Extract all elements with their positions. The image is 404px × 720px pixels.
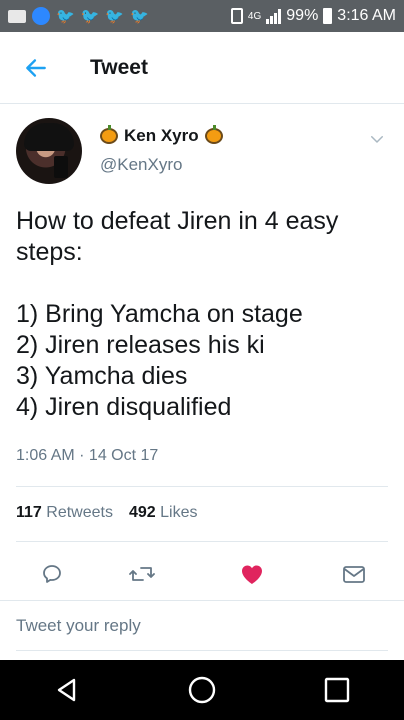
circle-home-icon [188,676,216,704]
direct-message-icon [343,566,365,583]
back-button[interactable] [0,32,72,104]
retweets-count: 117 [16,504,42,521]
author-handle[interactable]: @KenXyro [100,155,182,175]
retweet-icon [129,567,155,581]
like-button[interactable] [238,560,266,588]
status-bar: 🐦 🐦 🐦 🐦 4G 99% 3:16 AM [0,0,404,32]
divider [16,650,388,651]
tweet-text-line: 4) Jiren disqualified [16,393,232,421]
page-title: Tweet [90,55,148,79]
engagement-stats: 117 Retweets 492 Likes [16,504,197,522]
divider [0,600,404,601]
tweet-text-line: How to defeat Jiren in 4 easy [16,207,339,235]
tweet-timestamp: 1:06 AM · 14 Oct 17 [16,447,159,464]
reply-button[interactable] [38,560,66,588]
like-icon [242,565,262,584]
divider [16,486,388,487]
vibrate-icon [230,8,243,24]
pumpkin-icon [204,125,223,144]
nav-home-button[interactable] [182,670,222,710]
author-name-row[interactable]: Ken Xyro [100,125,223,146]
back-arrow-icon [26,58,46,77]
twitter-bird-icon: 🐦 [56,7,75,25]
reply-input[interactable]: Tweet your reply [16,616,141,636]
retweets-stat[interactable]: 117 Retweets [16,504,113,522]
retweet-button[interactable] [128,560,156,588]
notification-icons: 🐦 🐦 🐦 🐦 [8,7,149,25]
nav-recents-button[interactable] [317,670,357,710]
author-display-name[interactable]: Ken Xyro [124,126,199,146]
message-icon [8,9,26,23]
tweet-text: How to defeat Jiren in 4 easy steps: 1) … [16,206,386,423]
tweet-text-line: 1) Bring Yamcha on stage [16,300,303,328]
tweet-text-line: steps: [16,238,83,266]
battery-icon [323,8,333,24]
reply-icon [43,565,61,583]
retweets-label: Retweets [46,504,113,521]
likes-label: Likes [160,504,198,521]
tweet-actions [0,556,404,596]
chevron-down-icon[interactable] [368,130,386,148]
signal-icon [266,8,282,24]
twitter-bird-icon: 🐦 [130,7,149,25]
square-recents-icon [324,677,349,703]
top-app-bar: Tweet [0,32,404,104]
tweet-text-line [16,268,386,299]
avatar[interactable] [16,118,82,184]
likes-count: 492 [128,504,156,521]
facebook-icon [32,7,50,25]
divider [16,541,388,542]
direct-message-button[interactable] [340,560,368,588]
twitter-bird-icon: 🐦 [80,7,100,25]
tweet-text-line: 2) Jiren releases his ki [16,331,265,359]
battery-percent: 99% [286,7,319,24]
clock: 3:16 AM [337,7,396,24]
tweet-detail: Ken Xyro @KenXyro How to defeat Jiren in… [0,104,404,660]
network-type: 4G [247,10,262,22]
triangle-back-icon [58,678,76,702]
tweet-text-line: 3) Yamcha dies [16,362,188,390]
system-icons: 4G 99% 3:16 AM [230,7,396,25]
system-navigation-bar [0,660,404,720]
pumpkin-icon [100,125,118,144]
likes-stat[interactable]: 492 Likes [129,504,198,522]
twitter-bird-icon: 🐦 [105,7,125,25]
nav-back-button[interactable] [47,670,87,710]
